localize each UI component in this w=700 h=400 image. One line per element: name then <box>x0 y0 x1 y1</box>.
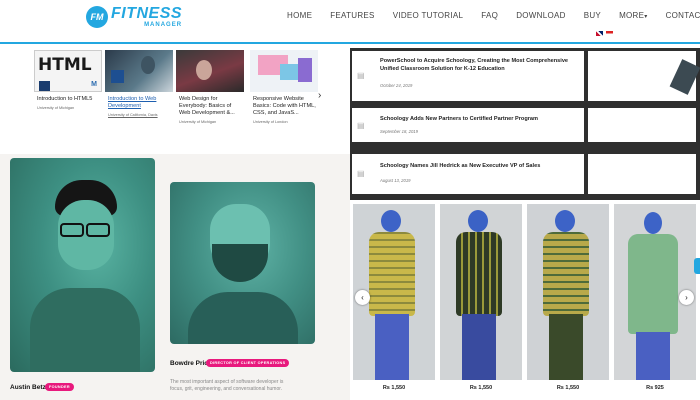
product-price: Rs 1,550 <box>469 385 493 391</box>
model-head <box>468 210 488 232</box>
checked-shirt <box>543 232 589 316</box>
model-trousers <box>375 314 409 380</box>
photo-beard <box>212 244 268 282</box>
news-card[interactable]: ▤ Schoology Adds New Partners to Certifi… <box>352 108 584 142</box>
course-card[interactable]: Responsive Website Basics: Code with HTM… <box>250 50 318 146</box>
course-provider: University of California, Davis <box>108 112 158 117</box>
document-icon: ▤ <box>357 169 365 178</box>
course-card[interactable]: Introduction to Web Development Universi… <box>105 50 173 146</box>
course-provider: University of Michigan <box>37 105 75 110</box>
checked-shirt <box>456 232 502 316</box>
model-head <box>555 210 575 232</box>
carousel-prev-button[interactable]: ‹ <box>355 290 370 305</box>
news-title[interactable]: PowerSchool to Acquire Schoology, Creati… <box>380 58 576 74</box>
university-logo-icon <box>39 81 50 91</box>
products-carousel: Rs 1,550 Rs 1,550 Rs 1,550 Rs 925 ‹ › <box>350 200 700 400</box>
course-title: Responsive Website Basics: Code with HTM… <box>253 96 316 116</box>
photo-shoulders <box>188 292 298 344</box>
side-tab[interactable] <box>694 258 700 274</box>
role-badge: FOUNDER <box>45 383 74 391</box>
product-card[interactable] <box>440 204 522 380</box>
news-date: October 24, 2019 <box>380 83 413 88</box>
news-title[interactable]: Schoology Names Jill Hedrick as New Exec… <box>380 163 540 169</box>
person-bio: The most important aspect of software de… <box>170 379 284 392</box>
team-section: Austin Betzer FOUNDER Bowdre Price DIREC… <box>0 154 350 400</box>
caret-down-icon: ▾ <box>644 14 648 20</box>
course-card[interactable]: Web Design for Everybody: Basics of Web … <box>176 50 244 146</box>
carousel-next-button[interactable]: › <box>679 290 694 305</box>
language-flag-icon[interactable] <box>606 31 613 36</box>
model-head <box>644 212 662 234</box>
fitness-manager-logo[interactable]: FM FITNESS MANAGER <box>86 6 182 28</box>
course-provider: University of Michigan <box>179 119 217 124</box>
news-card[interactable]: ▤ PowerSchool to Acquire Schoology, Crea… <box>352 51 584 101</box>
nav-more[interactable]: MORE▾ <box>619 11 648 20</box>
logo-subtitle: MANAGER <box>144 22 183 28</box>
checked-shirt <box>369 232 415 316</box>
team-photo <box>170 182 315 344</box>
uk-flag-icon[interactable] <box>596 31 603 36</box>
news-card[interactable]: ▤ Schoology Names Jill Hedrick as New Ex… <box>352 154 584 194</box>
course-title-link[interactable]: Introduction to Web Development <box>105 96 173 110</box>
thumb-figure <box>196 60 212 80</box>
nav-download[interactable]: DOWNLOAD <box>516 11 566 20</box>
nav-video-tutorial[interactable]: VIDEO TUTORIAL <box>393 11 464 20</box>
course-thumbnail <box>105 50 173 92</box>
news-date: August 13, 2019 <box>380 178 411 183</box>
courses-carousel: HTML M Introduction to HTML5 University … <box>0 44 350 154</box>
course-thumbnail: HTML M <box>34 50 102 92</box>
photo-shoulders <box>30 288 140 372</box>
logo-title: FITNESS <box>111 5 183 22</box>
site-header: FM FITNESS MANAGER HOME FEATURES VIDEO T… <box>0 0 700 44</box>
green-shirt <box>628 234 678 334</box>
divider <box>350 44 700 48</box>
course-title: Introduction to HTML5 <box>37 96 93 102</box>
course-thumb-text: HTML <box>38 55 92 75</box>
course-thumbnail <box>176 50 244 92</box>
role-badge: DIRECTOR OF CLIENT OPERATIONS <box>206 359 290 367</box>
news-card-ghost <box>588 154 696 194</box>
news-title[interactable]: Schoology Adds New Partners to Certified… <box>380 116 538 122</box>
course-thumbnail <box>250 50 318 92</box>
news-date: September 18, 2019 <box>380 129 418 134</box>
model-trousers <box>549 314 583 380</box>
team-photo <box>10 158 155 372</box>
main-nav: HOME FEATURES VIDEO TUTORIAL FAQ DOWNLOA… <box>287 11 700 20</box>
news-section: ▤ PowerSchool to Acquire Schoology, Crea… <box>350 44 700 200</box>
glasses-icon <box>86 223 110 237</box>
course-provider: University of London <box>253 119 288 124</box>
product-price: Rs 1,550 <box>382 385 406 391</box>
glasses-icon <box>60 223 84 237</box>
language-flags <box>596 31 613 36</box>
nav-home[interactable]: HOME <box>287 11 312 20</box>
product-card[interactable] <box>527 204 609 380</box>
university-logo-icon <box>111 70 124 83</box>
thumb-shape <box>298 58 312 82</box>
document-icon: ▤ <box>357 121 365 130</box>
model-head <box>381 210 401 232</box>
nav-more-label: MORE <box>619 11 645 20</box>
nav-features[interactable]: FEATURES <box>330 11 374 20</box>
document-icon: ▤ <box>357 71 365 80</box>
logo-mark: FM <box>86 6 108 28</box>
course-title: Web Design for Everybody: Basics of Web … <box>179 96 235 116</box>
nav-buy[interactable]: BUY <box>584 11 601 20</box>
nav-contact[interactable]: CONTACT <box>666 11 700 20</box>
carousel-next-icon[interactable]: › <box>318 90 321 101</box>
product-price: Rs 1,550 <box>556 385 580 391</box>
course-card[interactable]: HTML M Introduction to HTML5 University … <box>34 50 102 146</box>
m-logo-icon: M <box>91 81 97 88</box>
thumb-figure <box>141 56 155 74</box>
news-card-ghost <box>588 108 696 142</box>
nav-faq[interactable]: FAQ <box>481 11 498 20</box>
product-price: Rs 925 <box>646 385 664 391</box>
model-trousers <box>636 332 670 380</box>
page: FM FITNESS MANAGER HOME FEATURES VIDEO T… <box>0 0 700 400</box>
model-trousers <box>462 314 496 380</box>
